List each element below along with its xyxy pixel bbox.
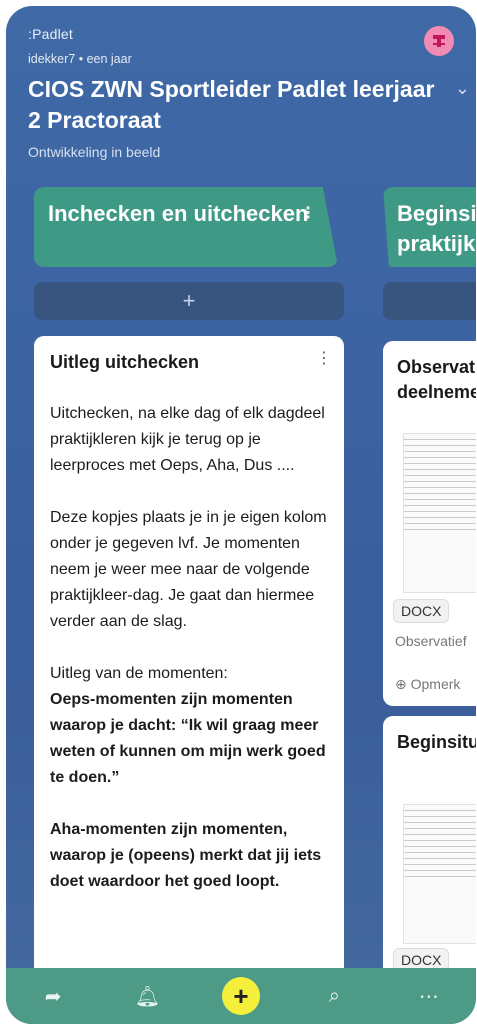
search-icon[interactable]: ⌕	[314, 985, 354, 1008]
more-icon[interactable]: ⋯	[409, 984, 449, 1009]
bell-icon[interactable]: 🔔︎	[128, 984, 168, 1009]
document-preview	[403, 433, 476, 593]
plus-icon: +	[182, 288, 196, 313]
post-card-observatie[interactable]: Observatie deelnemers DOCX Observatief ⊕…	[383, 341, 476, 706]
post-body: Uitchecken, na elke dag of elk dagdeel p…	[50, 401, 328, 895]
plus-icon: +	[233, 980, 249, 1011]
post-card[interactable]: Uitleg uitchecken ⋮ Uitchecken, na elke …	[34, 336, 344, 996]
padlet-logo[interactable]: :Padlet	[28, 26, 73, 42]
post-bold-paragraph: Oeps-momenten zijn momenten waarop je da…	[50, 691, 326, 786]
board-subtitle: Ontwikkeling in beeld	[28, 144, 161, 160]
post-title: Uitleg uitchecken	[50, 352, 200, 372]
column-header-inchecken[interactable]: Inchecken en uitchecken ⋮	[34, 187, 338, 267]
column-header-beginsituatie[interactable]: Beginsituatie praktijk	[383, 187, 476, 267]
post-section-intro: Uitleg van de momenten:	[50, 665, 228, 682]
add-post-fab[interactable]: +	[221, 977, 260, 1015]
post-bold-paragraph: Aha-momenten zijn momenten, waarop je (o…	[50, 821, 322, 890]
post-title: Beginsituatie	[397, 732, 476, 752]
file-type-badge: DOCX	[393, 599, 450, 623]
share-icon[interactable]: ➦	[33, 984, 73, 1009]
board-title: CIOS ZWN Sportleider Padlet leerjaar 2 P…	[28, 76, 435, 133]
bottom-navigation: ➦ 🔔︎ + ⌕ ⋯	[6, 968, 476, 1024]
padlet-board: :Padlet idekker7 • een jaar CIOS ZWN Spo…	[6, 6, 476, 1024]
post-paragraph: Deze kopjes plaats je in je eigen kolom …	[50, 509, 327, 630]
add-post-button-col2[interactable]	[383, 282, 476, 320]
user-avatar[interactable]	[424, 26, 454, 56]
post-title: Observatie deelnemers	[397, 357, 476, 402]
post-menu-icon[interactable]: ⋮	[316, 348, 332, 368]
attachment-caption: Observatief	[395, 633, 467, 649]
column-title: Inchecken en uitchecken	[48, 201, 309, 226]
avatar-icon	[433, 35, 445, 47]
post-card-beginsituatie[interactable]: Beginsituatie DOCX	[383, 716, 476, 1006]
column-title: Beginsituatie praktijk	[397, 201, 476, 256]
column-menu-icon[interactable]: ⋮	[300, 199, 316, 229]
add-comment-button[interactable]: ⊕ Opmerk	[395, 676, 460, 693]
chevron-down-icon[interactable]: ⌄	[455, 78, 470, 99]
add-post-button[interactable]: +	[34, 282, 344, 320]
comment-label: Opmerk	[410, 676, 461, 692]
post-paragraph: Uitchecken, na elke dag of elk dagdeel p…	[50, 405, 325, 474]
document-preview	[403, 804, 476, 944]
plus-circle-icon: ⊕	[395, 676, 411, 692]
board-meta: idekker7 • een jaar	[28, 52, 132, 66]
